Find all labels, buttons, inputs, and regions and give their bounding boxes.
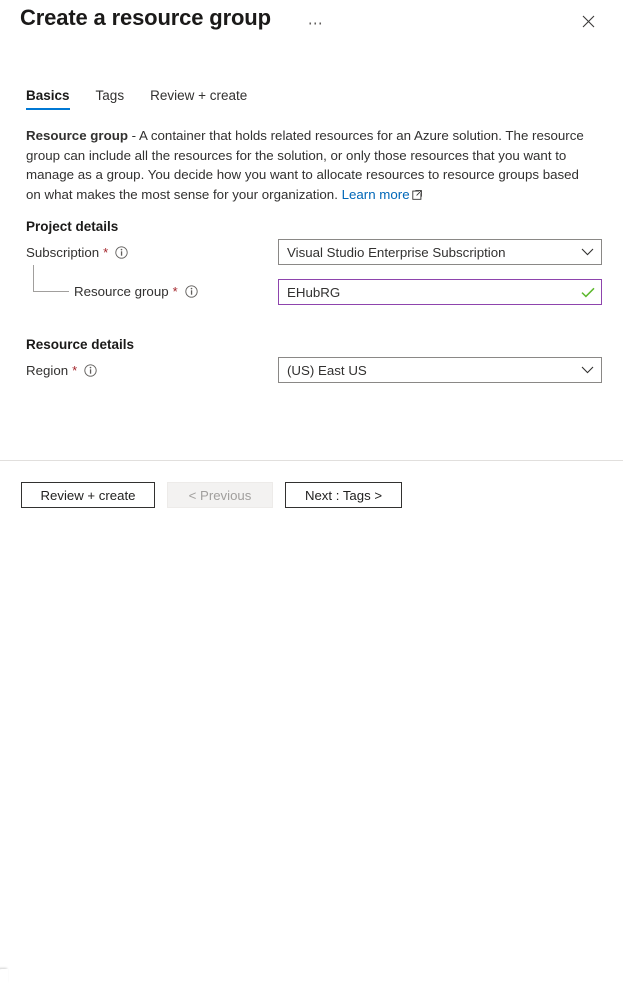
region-info-icon[interactable] [84, 364, 97, 377]
previous-button: < Previous [167, 482, 273, 508]
subscription-label: Subscription * [26, 245, 128, 260]
review-create-button[interactable]: Review + create [21, 482, 155, 508]
subscription-info-icon[interactable] [115, 246, 128, 259]
resource-group-description: Resource group - A container that holds … [26, 126, 586, 205]
subscription-label-text: Subscription [26, 245, 99, 260]
subscription-value: Visual Studio Enterprise Subscription [279, 245, 573, 260]
resource-group-info-icon[interactable] [185, 285, 198, 298]
close-icon[interactable] [575, 8, 601, 34]
region-label-text: Region [26, 363, 68, 378]
dialog-footer: Review + create < Previous Next : Tags > [0, 461, 623, 527]
dialog-header: Create a resource group ⋯ [0, 0, 623, 60]
tab-tags[interactable]: Tags [96, 88, 125, 110]
valid-check-icon [575, 287, 601, 298]
more-actions-icon[interactable]: ⋯ [303, 10, 329, 36]
next-tags-button[interactable]: Next : Tags > [285, 482, 402, 508]
chevron-down-icon [573, 366, 601, 374]
tab-list: Basics Tags Review + create [26, 88, 273, 114]
tab-review-create[interactable]: Review + create [150, 88, 247, 110]
resource-group-value: EHubRG [279, 285, 575, 300]
window-corner-shadow [0, 969, 8, 983]
subscription-dropdown[interactable]: Visual Studio Enterprise Subscription [278, 239, 602, 265]
project-details-heading: Project details [26, 219, 118, 234]
resource-group-label: Resource group * [74, 284, 198, 299]
region-required-marker: * [72, 364, 77, 377]
region-label: Region * [26, 363, 97, 378]
learn-more-link[interactable]: Learn more [342, 187, 410, 202]
external-link-icon [412, 186, 422, 206]
tab-basics[interactable]: Basics [26, 88, 70, 110]
resource-group-label-text: Resource group [74, 284, 169, 299]
page-title: Create a resource group [20, 5, 271, 31]
description-lead: Resource group [26, 128, 128, 143]
region-value: (US) East US [279, 363, 573, 378]
resource-group-input[interactable]: EHubRG [278, 279, 602, 305]
field-tree-connector [33, 265, 69, 292]
subscription-required-marker: * [103, 246, 108, 259]
chevron-down-icon [573, 248, 601, 256]
region-dropdown[interactable]: (US) East US [278, 357, 602, 383]
resource-details-heading: Resource details [26, 337, 134, 352]
resource-group-required-marker: * [173, 285, 178, 298]
